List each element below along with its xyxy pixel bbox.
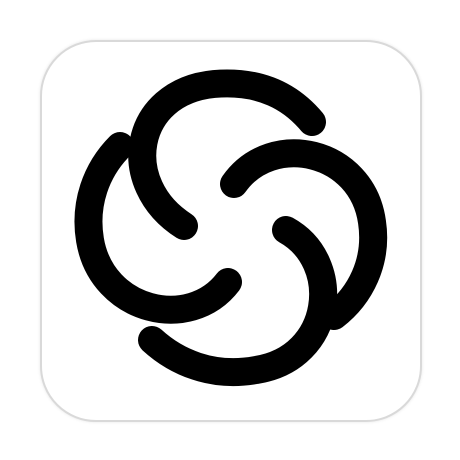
swirl-arm-left (74, 132, 242, 324)
swirl-logo-icon (74, 69, 388, 387)
icon-canvas (0, 0, 460, 460)
